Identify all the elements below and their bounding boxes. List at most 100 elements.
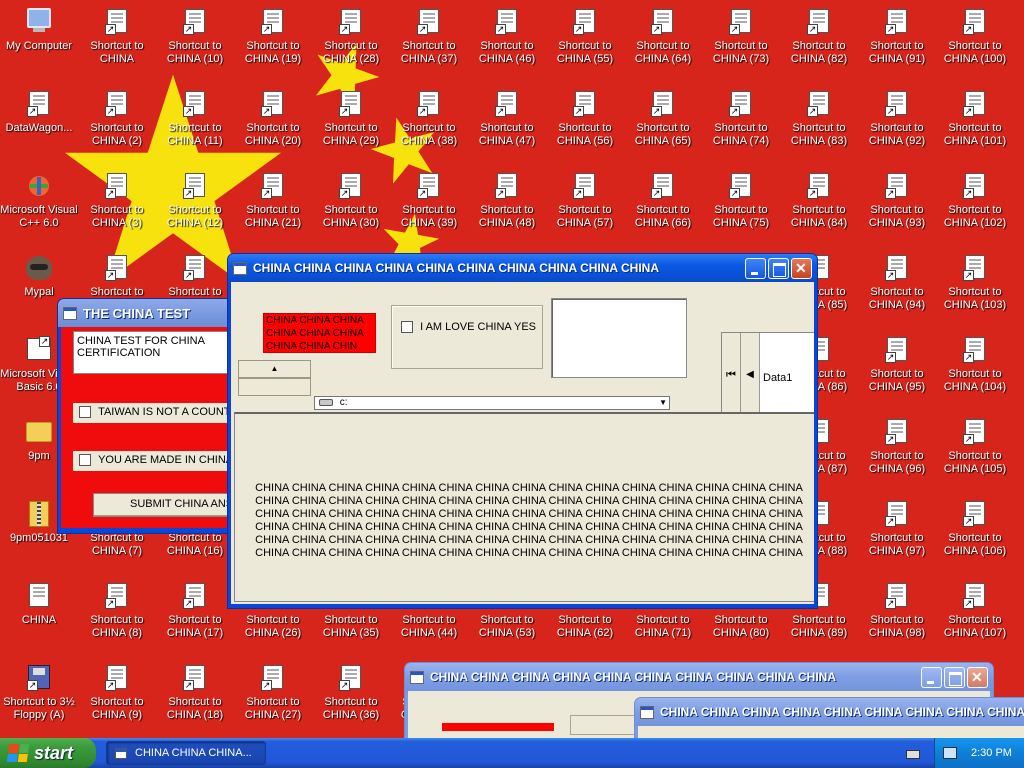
shortcut-icon[interactable]: ↗ Shortcut to CHINA (38) xyxy=(390,82,468,162)
shortcut-icon[interactable]: ↗ Shortcut to CHINA (106) xyxy=(936,492,1014,572)
shortcut-prefix: Shortcut to xyxy=(168,40,222,52)
shortcut-icon-glyph: ↗ xyxy=(179,170,211,202)
shortcut-icon[interactable]: ↗ Shortcut to CHINA (3) xyxy=(78,164,156,244)
shortcut-icon[interactable]: ↗ Shortcut to CHINA (100) xyxy=(936,0,1014,80)
shortcut-icon[interactable]: ↗ Shortcut to CHINA (91) xyxy=(858,0,936,80)
shortcut-icon[interactable]: ↗ Shortcut to CHINA (74) xyxy=(702,82,780,162)
made-in-china-checkbox[interactable] xyxy=(79,454,91,467)
shortcut-icon[interactable]: ↗ Shortcut to CHINA (98) xyxy=(858,574,936,654)
shortcut-icon[interactable]: ↗ Shortcut to CHINA (2) xyxy=(78,82,156,162)
shortcut-icon[interactable]: ↗ Shortcut to CHINA (30) xyxy=(312,164,390,244)
desktop-icon[interactable]: Microsoft Visual C++ 6.0 xyxy=(0,164,78,244)
shortcut-icon[interactable]: ↗ Shortcut to CHINA (83) xyxy=(780,82,858,162)
shortcut-icon[interactable]: ↗ Shortcut to CHINA (107) xyxy=(936,574,1014,654)
back-window-1-titlebar[interactable]: CHINA CHINA CHINA CHINA CHINA CHINA CHIN… xyxy=(405,663,993,691)
shortcut-icon[interactable]: ↗ Shortcut to CHINA (19) xyxy=(234,0,312,80)
shortcut-icon[interactable]: ↗ Shortcut to CHINA (29) xyxy=(312,82,390,162)
main-window-titlebar[interactable]: CHINA CHINA CHINA CHINA CHINA CHINA CHIN… xyxy=(228,254,817,282)
shortcut-prefix: Shortcut to xyxy=(402,614,456,626)
shortcut-icon[interactable]: ↗ Shortcut to CHINA (17) xyxy=(156,574,234,654)
shortcut-icon[interactable]: ↗ Shortcut to CHINA xyxy=(78,0,156,80)
close-button[interactable] xyxy=(967,666,988,688)
shortcut-icon[interactable]: ↗ Shortcut to CHINA (97) xyxy=(858,492,936,572)
shortcut-icon[interactable]: ↗ Shortcut to CHINA (20) xyxy=(234,82,312,162)
shortcut-icon[interactable]: ↗ Shortcut to CHINA (39) xyxy=(390,164,468,244)
shortcut-icon[interactable]: ↗ Shortcut to CHINA (21) xyxy=(234,164,312,244)
desktop-icon[interactable]: My Computer xyxy=(0,0,78,80)
shortcut-icon[interactable]: ↗ Shortcut to CHINA (65) xyxy=(624,82,702,162)
shortcut-label: CHINA (20) xyxy=(244,135,302,147)
first-record-button[interactable]: ⏮ xyxy=(722,333,741,413)
shortcut-icon[interactable]: ↗ Shortcut to CHINA (57) xyxy=(546,164,624,244)
start-button[interactable]: start xyxy=(0,738,96,768)
shortcut-icon[interactable]: ↗ Shortcut to CHINA (105) xyxy=(936,410,1014,490)
shortcut-prefix: Shortcut to xyxy=(870,368,924,380)
shortcut-icon-glyph: ↗ xyxy=(491,88,523,120)
desktop-icon[interactable]: ↗ DataWagon... xyxy=(0,82,78,162)
shortcut-icon[interactable]: ↗ Shortcut to CHINA (9) xyxy=(78,656,156,736)
drive-combo[interactable]: c: ▼ xyxy=(314,396,670,410)
shortcut-icon[interactable]: ↗ Shortcut to CHINA (11) xyxy=(156,82,234,162)
back-window-2-titlebar[interactable]: CHINA CHINA CHINA CHINA CHINA CHINA CHIN… xyxy=(635,698,1024,726)
shortcut-icon[interactable]: ↗ Shortcut to CHINA (12) xyxy=(156,164,234,244)
minimize-button[interactable] xyxy=(745,257,766,279)
shortcut-icon[interactable]: ↗ Shortcut to CHINA (64) xyxy=(624,0,702,80)
shortcut-icon[interactable]: ↗ Shortcut to CHINA (36) xyxy=(312,656,390,736)
shortcut-icon[interactable]: ↗ Shortcut to CHINA (46) xyxy=(468,0,546,80)
shortcut-icon[interactable]: ↗ Shortcut to CHINA (102) xyxy=(936,164,1014,244)
shortcut-icon-glyph: ↗ xyxy=(881,6,913,38)
white-listbox[interactable] xyxy=(551,298,687,378)
chevron-down-icon[interactable]: ▼ xyxy=(659,397,667,409)
previous-record-button[interactable]: ◀ xyxy=(741,333,760,413)
keyboard-icon[interactable] xyxy=(906,750,920,759)
shortcut-icon[interactable]: ↗ Shortcut to CHINA (55) xyxy=(546,0,624,80)
shortcut-label: CHINA (97) xyxy=(868,545,926,557)
shortcut-icon-glyph: ↗ xyxy=(569,170,601,202)
shortcut-icon[interactable]: ↗ Shortcut to CHINA (66) xyxy=(624,164,702,244)
shortcut-icon[interactable]: ↗ Shortcut to CHINA (18) xyxy=(156,656,234,736)
shortcut-icon[interactable]: ↗ Shortcut to CHINA (56) xyxy=(546,82,624,162)
shortcut-label: CHINA (95) xyxy=(868,381,926,393)
shortcut-icon[interactable]: ↗ Shortcut to CHINA (10) xyxy=(156,0,234,80)
shortcut-label: CHINA (35) xyxy=(322,627,380,639)
love-china-checkbox-label[interactable]: I AM LOVE CHINA YES xyxy=(420,321,536,333)
up-scroll-button[interactable]: ▲ xyxy=(238,360,311,378)
shortcut-icon[interactable]: ↗ Shortcut to CHINA (48) xyxy=(468,164,546,244)
shortcut-icon[interactable]: ↗ Shortcut to CHINA (75) xyxy=(702,164,780,244)
shortcut-icon[interactable]: ↗ Shortcut to CHINA (47) xyxy=(468,82,546,162)
desktop-icon[interactable]: CHINA xyxy=(0,574,78,654)
shortcut-icon[interactable]: ↗ Shortcut to CHINA (104) xyxy=(936,328,1014,408)
drive-icon xyxy=(319,398,333,406)
love-china-checkbox[interactable] xyxy=(401,321,413,334)
shortcut-icon[interactable]: ↗ Shortcut to CHINA (28) xyxy=(312,0,390,80)
shortcut-icon[interactable]: ↗ Shortcut to CHINA (101) xyxy=(936,82,1014,162)
shortcut-icon[interactable]: ↗ Shortcut to CHINA (95) xyxy=(858,328,936,408)
shortcut-icon[interactable]: ↗ Shortcut to CHINA (27) xyxy=(234,656,312,736)
shortcut-icon[interactable]: ↗ Shortcut to CHINA (94) xyxy=(858,246,936,326)
shortcut-prefix: Shortcut to xyxy=(714,122,768,134)
shortcut-icon[interactable]: ↗ Shortcut to CHINA (8) xyxy=(78,574,156,654)
close-button[interactable] xyxy=(791,257,812,279)
data-control[interactable]: ⏮ ◀ Data1 xyxy=(721,332,814,414)
network-icon[interactable] xyxy=(943,747,957,759)
shortcut-icon[interactable]: ↗ Shortcut to CHINA (37) xyxy=(390,0,468,80)
taskbar-item-china[interactable]: CHINA CHINA CHINA... xyxy=(106,741,266,765)
clock[interactable]: 2:30 PM xyxy=(971,747,1012,759)
shortcut-icon[interactable]: ↗ Shortcut to CHINA (103) xyxy=(936,246,1014,326)
shortcut-icon[interactable]: ↗ Shortcut to CHINA (82) xyxy=(780,0,858,80)
shortcut-label: CHINA (71) xyxy=(634,627,692,639)
shortcut-icon[interactable]: ↗ Shortcut to CHINA (96) xyxy=(858,410,936,490)
shortcut-icon[interactable]: ↗ Shortcut to CHINA (73) xyxy=(702,0,780,80)
shortcut-icon[interactable]: ↗ Shortcut to CHINA (93) xyxy=(858,164,936,244)
maximize-button[interactable] xyxy=(944,666,965,688)
taiwan-checkbox[interactable] xyxy=(79,406,91,419)
minimize-button[interactable] xyxy=(921,666,942,688)
shortcut-label: CHINA (38) xyxy=(400,135,458,147)
desktop-icon[interactable]: ↗ Shortcut to 3½ Floppy (A) xyxy=(0,656,78,736)
shortcut-icon-glyph: ↗ xyxy=(647,170,679,202)
shortcut-icon[interactable]: ↗ Shortcut to CHINA (84) xyxy=(780,164,858,244)
maximize-button[interactable] xyxy=(768,257,789,279)
shortcut-icon-glyph: ↗ xyxy=(101,6,133,38)
scroll-track[interactable] xyxy=(238,378,311,396)
shortcut-icon[interactable]: ↗ Shortcut to CHINA (92) xyxy=(858,82,936,162)
